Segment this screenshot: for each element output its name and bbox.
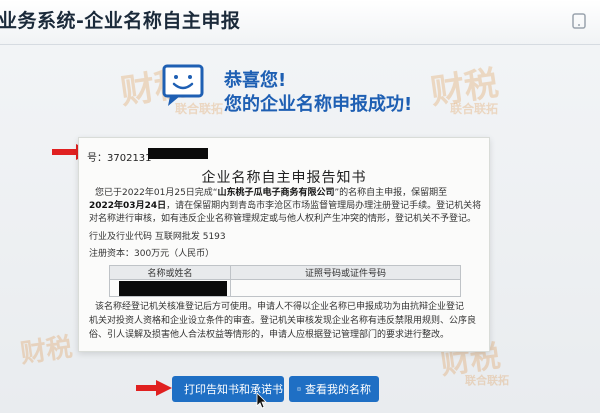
company-name: 山东桃子瓜电子商务有限公司	[217, 188, 335, 198]
watermark: 财税	[18, 332, 75, 370]
page-title: 业务系统-企业名称自主申报	[0, 10, 241, 32]
industry-line: 行业及行业代码 互联网批发 5193	[89, 232, 226, 242]
capital-line: 注册资本：300万元（人民币）	[89, 249, 215, 259]
footer-line: 该名称经登记机关核准登记后方可使用。申请人不得以企业名称已申报成功为由抗辩企业登…	[95, 302, 465, 312]
success-message: 您的企业名称申报成功!	[224, 94, 413, 115]
document-number: 号：3702131	[87, 153, 152, 164]
notice-title: 企业名称自主申报告知书	[201, 170, 367, 186]
table-header-id: 证照号码或证件号码	[230, 265, 461, 280]
congrats-text: 恭喜您!	[224, 70, 287, 91]
footer-line: 俗、引人误解及损害他人合法权益等情形的，申请人应根据登记管理部门的要求进行整改。	[89, 330, 450, 340]
view-button-label: 查看我的名称	[305, 384, 371, 396]
success-banner: 恭喜您! 您的企业名称申报成功!	[160, 62, 460, 122]
notice-paragraph-line1: 您已于2022年01月25日完成“山东桃子瓜电子商务有限公司”的名称自主申报，保…	[95, 188, 448, 198]
smile-chat-icon	[162, 64, 204, 106]
notice-document: 号：3702131 企业名称自主申报告知书 您已于2022年01月25日完成“山…	[78, 137, 490, 352]
redaction-bar	[148, 148, 208, 159]
expiry-date: 2022年03月24日	[89, 201, 167, 211]
red-arrow-icon	[136, 380, 172, 396]
watermark-subtext: 联合联拓	[465, 374, 509, 387]
mouse-cursor-icon	[256, 392, 267, 409]
notice-paragraph-line2: 2022年03月24日，请在保留期内到青岛市李沧区市场监督管理局办理注册登记手续…	[89, 201, 481, 211]
device-icon[interactable]	[570, 12, 588, 30]
document-icon	[297, 387, 301, 391]
view-my-name-button[interactable]: 查看我的名称	[289, 376, 379, 402]
notice-paragraph-line3: 对名称进行审核，如有违反企业名称管理规定或与他人权利产生冲突的情形，登记机关不予…	[89, 214, 477, 224]
table-header-name: 名称或姓名	[109, 265, 231, 280]
top-bar: 业务系统-企业名称自主申报	[0, 0, 600, 45]
notice-footer: 该名称经登记机关核准登记后方可使用。申请人不得以企业名称已申报成功为由抗辩企业登…	[89, 300, 481, 342]
redaction-bar	[119, 281, 227, 296]
print-button-label: 打印告知书和承诺书	[184, 384, 283, 396]
footer-line: 机关对投资人资格和企业设立条件的审查。登记机关审核发现企业名称有违反禁限用规则、…	[89, 316, 477, 326]
